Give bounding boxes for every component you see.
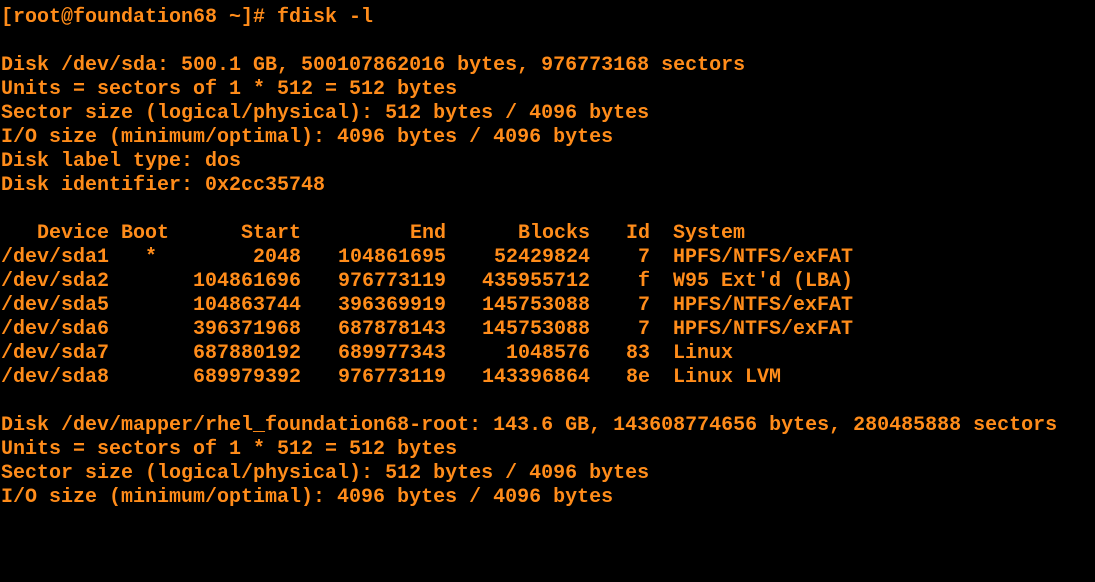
partition-device: /dev/sda5 [1, 294, 110, 317]
disk-sda-identifier: Disk identifier: 0x2cc35748 [1, 174, 326, 197]
partition-device: /dev/sda7 [1, 342, 110, 365]
disk-sda-units: Units = sectors of 1 * 512 = 512 bytes [1, 78, 458, 101]
partition-system: Linux [673, 342, 734, 365]
partition-end: 104861695 [337, 246, 446, 269]
partition-system: HPFS/NTFS/exFAT [673, 246, 854, 269]
disk-sda-sector-size: Sector size (logical/physical): 512 byte… [1, 102, 650, 125]
partition-row: /dev/sda2 104861696 976773119 435955712 … [1, 270, 1095, 294]
header-boot: Boot [121, 222, 170, 245]
partition-id: 83 [625, 342, 650, 365]
partition-boot-flag: * [145, 246, 158, 269]
partition-row: /dev/sda8 689979392 976773119 143396864 … [1, 366, 1095, 390]
terminal-window[interactable]: [root@foundation68 ~]# fdisk -l Disk /de… [0, 0, 1095, 511]
disk-mapper-summary: Disk /dev/mapper/rhel_foundation68-root:… [1, 414, 1058, 437]
header-blocks: Blocks [517, 222, 590, 245]
partition-start: 104863744 [192, 294, 301, 317]
disk-mapper-sector-size: Sector size (logical/physical): 512 byte… [1, 462, 650, 485]
partition-id: 7 [637, 246, 650, 269]
partition-row: /dev/sda6 396371968 687878143 145753088 … [1, 318, 1095, 342]
partition-blocks: 1048576 [505, 342, 590, 365]
disk-sda-label-type: Disk label type: dos [1, 150, 242, 173]
header-system: System [673, 222, 746, 245]
partition-end: 689977343 [337, 342, 446, 365]
partition-blocks: 52429824 [493, 246, 590, 269]
partition-system: HPFS/NTFS/exFAT [673, 294, 854, 317]
partition-system: Linux LVM [673, 366, 782, 389]
partition-device: /dev/sda6 [1, 318, 110, 341]
partition-end: 976773119 [337, 270, 446, 293]
partition-start: 104861696 [192, 270, 301, 293]
partition-start: 687880192 [192, 342, 301, 365]
header-device: Device [37, 222, 110, 245]
partition-start: 2048 [252, 246, 301, 269]
partition-blocks: 145753088 [481, 294, 590, 317]
disk-sda-io-size: I/O size (minimum/optimal): 4096 bytes /… [1, 126, 614, 149]
partition-blocks: 145753088 [481, 318, 590, 341]
partition-row: /dev/sda5 104863744 396369919 145753088 … [1, 294, 1095, 318]
partition-end: 976773119 [337, 366, 446, 389]
partition-id: f [637, 270, 650, 293]
partition-start: 396371968 [192, 318, 301, 341]
partition-system: W95 Ext'd (LBA) [673, 270, 854, 293]
disk-mapper-units: Units = sectors of 1 * 512 = 512 bytes [1, 438, 458, 461]
header-id: Id [625, 222, 650, 245]
partition-id: 8e [625, 366, 650, 389]
header-end: End [409, 222, 446, 245]
disk-mapper-io-size: I/O size (minimum/optimal): 4096 bytes /… [1, 486, 614, 509]
partition-row: /dev/sda1 * 2048 104861695 52429824 7 HP… [1, 246, 1095, 270]
partition-blocks: 143396864 [481, 366, 590, 389]
partition-device: /dev/sda8 [1, 366, 110, 389]
partition-end: 687878143 [337, 318, 446, 341]
shell-prompt-command: [root@foundation68 ~]# fdisk -l [1, 6, 374, 29]
partition-table-header: Device Boot Start End Blocks Id System [1, 222, 1095, 246]
partition-device: /dev/sda2 [1, 270, 110, 293]
header-start: Start [240, 222, 301, 245]
partition-row: /dev/sda7 687880192 689977343 1048576 83… [1, 342, 1095, 366]
partition-end: 396369919 [337, 294, 446, 317]
partition-system: HPFS/NTFS/exFAT [673, 318, 854, 341]
partition-id: 7 [637, 318, 650, 341]
partition-id: 7 [637, 294, 650, 317]
partition-device: /dev/sda1 [1, 246, 110, 269]
partition-start: 689979392 [192, 366, 301, 389]
disk-sda-summary: Disk /dev/sda: 500.1 GB, 500107862016 by… [1, 54, 746, 77]
partition-blocks: 435955712 [481, 270, 590, 293]
